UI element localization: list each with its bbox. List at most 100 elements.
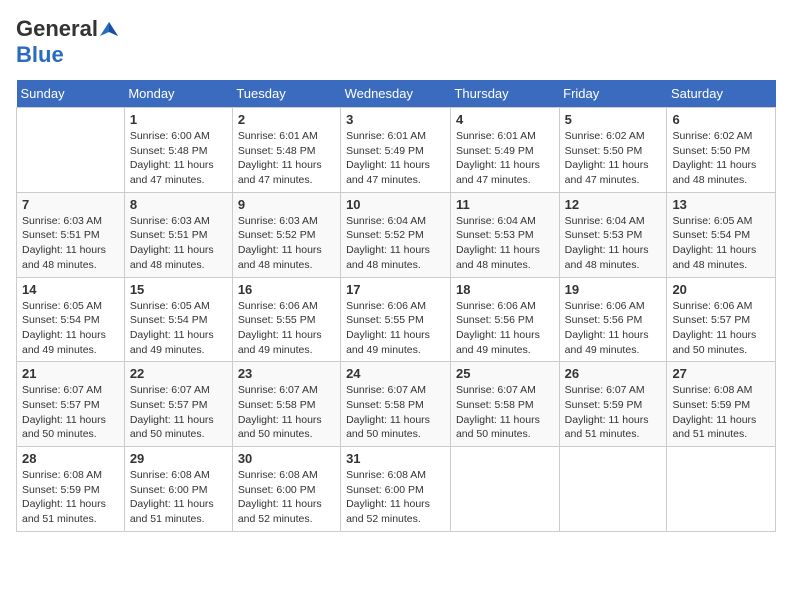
day-number: 17 bbox=[346, 282, 445, 297]
day-info: Sunrise: 6:05 AMSunset: 5:54 PMDaylight:… bbox=[130, 299, 227, 358]
week-row-1: 1 Sunrise: 6:00 AMSunset: 5:48 PMDaylight… bbox=[17, 108, 776, 193]
header-row: SundayMondayTuesdayWednesdayThursdayFrid… bbox=[17, 80, 776, 108]
day-cell: 17 Sunrise: 6:06 AMSunset: 5:55 PMDayligh… bbox=[341, 277, 451, 362]
day-number: 23 bbox=[238, 366, 335, 381]
calendar-body: 1 Sunrise: 6:00 AMSunset: 5:48 PMDaylight… bbox=[17, 108, 776, 532]
day-info: Sunrise: 6:08 AMSunset: 6:00 PMDaylight:… bbox=[130, 468, 227, 527]
day-number: 25 bbox=[456, 366, 554, 381]
day-cell: 26 Sunrise: 6:07 AMSunset: 5:59 PMDayligh… bbox=[559, 362, 667, 447]
day-cell: 7 Sunrise: 6:03 AMSunset: 5:51 PMDaylight… bbox=[17, 192, 125, 277]
day-info: Sunrise: 6:05 AMSunset: 5:54 PMDaylight:… bbox=[22, 299, 119, 358]
day-number: 18 bbox=[456, 282, 554, 297]
day-number: 22 bbox=[130, 366, 227, 381]
day-info: Sunrise: 6:06 AMSunset: 5:56 PMDaylight:… bbox=[456, 299, 554, 358]
logo-bird-icon bbox=[100, 22, 118, 36]
day-number: 24 bbox=[346, 366, 445, 381]
day-info: Sunrise: 6:07 AMSunset: 5:59 PMDaylight:… bbox=[565, 383, 662, 442]
day-cell: 13 Sunrise: 6:05 AMSunset: 5:54 PMDayligh… bbox=[667, 192, 776, 277]
day-info: Sunrise: 6:07 AMSunset: 5:58 PMDaylight:… bbox=[456, 383, 554, 442]
day-cell: 25 Sunrise: 6:07 AMSunset: 5:58 PMDayligh… bbox=[450, 362, 559, 447]
day-cell: 5Sunrise: 6:02 AMSunset: 5:50 PMDaylight… bbox=[559, 108, 667, 193]
day-info: Sunrise: 6:01 AMSunset: 5:49 PMDaylight:… bbox=[456, 129, 554, 188]
calendar-header: SundayMondayTuesdayWednesdayThursdayFrid… bbox=[17, 80, 776, 108]
day-info: Sunrise: 6:07 AMSunset: 5:58 PMDaylight:… bbox=[346, 383, 445, 442]
day-info: Sunrise: 6:08 AMSunset: 5:59 PMDaylight:… bbox=[22, 468, 119, 527]
day-number: 12 bbox=[565, 197, 662, 212]
day-cell: 23 Sunrise: 6:07 AMSunset: 5:58 PMDayligh… bbox=[232, 362, 340, 447]
day-number: 3 bbox=[346, 112, 445, 127]
day-info: Sunrise: 6:06 AMSunset: 5:55 PMDaylight:… bbox=[346, 299, 445, 358]
day-number: 13 bbox=[672, 197, 770, 212]
page-header: General Blue bbox=[16, 16, 776, 68]
day-number: 16 bbox=[238, 282, 335, 297]
day-info: Sunrise: 6:02 AMSunset: 5:50 PMDaylight:… bbox=[672, 129, 770, 188]
day-cell: 4 Sunrise: 6:01 AMSunset: 5:49 PMDaylight… bbox=[450, 108, 559, 193]
day-info: Sunrise: 6:08 AMSunset: 6:00 PMDaylight:… bbox=[238, 468, 335, 527]
day-cell: 6 Sunrise: 6:02 AMSunset: 5:50 PMDaylight… bbox=[667, 108, 776, 193]
week-row-2: 7 Sunrise: 6:03 AMSunset: 5:51 PMDaylight… bbox=[17, 192, 776, 277]
day-number: 29 bbox=[130, 451, 227, 466]
day-number: 6 bbox=[672, 112, 770, 127]
day-info: Sunrise: 6:06 AMSunset: 5:57 PMDaylight:… bbox=[672, 299, 770, 358]
day-number: 21 bbox=[22, 366, 119, 381]
day-cell bbox=[450, 447, 559, 532]
day-cell: 18 Sunrise: 6:06 AMSunset: 5:56 PMDayligh… bbox=[450, 277, 559, 362]
day-number: 4 bbox=[456, 112, 554, 127]
day-info: Sunrise: 6:06 AMSunset: 5:55 PMDaylight:… bbox=[238, 299, 335, 358]
day-cell: 24 Sunrise: 6:07 AMSunset: 5:58 PMDayligh… bbox=[341, 362, 451, 447]
day-number: 1 bbox=[130, 112, 227, 127]
day-info: Sunrise: 6:07 AMSunset: 5:58 PMDaylight:… bbox=[238, 383, 335, 442]
day-cell: 20 Sunrise: 6:06 AMSunset: 5:57 PMDayligh… bbox=[667, 277, 776, 362]
day-info: Sunrise: 6:08 AMSunset: 5:59 PMDaylight:… bbox=[672, 383, 770, 442]
day-number: 27 bbox=[672, 366, 770, 381]
day-cell: 31Sunrise: 6:08 AMSunset: 6:00 PMDayligh… bbox=[341, 447, 451, 532]
day-number: 20 bbox=[672, 282, 770, 297]
day-info: Sunrise: 6:03 AMSunset: 5:51 PMDaylight:… bbox=[130, 214, 227, 273]
day-info: Sunrise: 6:04 AMSunset: 5:53 PMDaylight:… bbox=[565, 214, 662, 273]
day-cell: 22 Sunrise: 6:07 AMSunset: 5:57 PMDayligh… bbox=[124, 362, 232, 447]
logo: General Blue bbox=[16, 16, 118, 68]
day-number: 10 bbox=[346, 197, 445, 212]
day-number: 30 bbox=[238, 451, 335, 466]
day-info: Sunrise: 6:03 AMSunset: 5:51 PMDaylight:… bbox=[22, 214, 119, 273]
day-number: 2 bbox=[238, 112, 335, 127]
day-info: Sunrise: 6:00 AMSunset: 5:48 PMDaylight:… bbox=[130, 129, 227, 188]
day-info: Sunrise: 6:07 AMSunset: 5:57 PMDaylight:… bbox=[22, 383, 119, 442]
header-cell-monday: Monday bbox=[124, 80, 232, 108]
day-cell: 15 Sunrise: 6:05 AMSunset: 5:54 PMDayligh… bbox=[124, 277, 232, 362]
day-number: 14 bbox=[22, 282, 119, 297]
day-number: 9 bbox=[238, 197, 335, 212]
day-number: 7 bbox=[22, 197, 119, 212]
day-cell: 2 Sunrise: 6:01 AMSunset: 5:48 PMDaylight… bbox=[232, 108, 340, 193]
day-info: Sunrise: 6:01 AMSunset: 5:48 PMDaylight:… bbox=[238, 129, 335, 188]
day-cell bbox=[17, 108, 125, 193]
header-cell-friday: Friday bbox=[559, 80, 667, 108]
week-row-5: 28Sunrise: 6:08 AMSunset: 5:59 PMDayligh… bbox=[17, 447, 776, 532]
day-cell bbox=[559, 447, 667, 532]
day-info: Sunrise: 6:06 AMSunset: 5:56 PMDaylight:… bbox=[565, 299, 662, 358]
day-cell: 9Sunrise: 6:03 AMSunset: 5:52 PMDaylight… bbox=[232, 192, 340, 277]
day-number: 19 bbox=[565, 282, 662, 297]
day-cell: 21 Sunrise: 6:07 AMSunset: 5:57 PMDayligh… bbox=[17, 362, 125, 447]
day-cell: 27 Sunrise: 6:08 AMSunset: 5:59 PMDayligh… bbox=[667, 362, 776, 447]
day-number: 11 bbox=[456, 197, 554, 212]
week-row-4: 21 Sunrise: 6:07 AMSunset: 5:57 PMDayligh… bbox=[17, 362, 776, 447]
day-info: Sunrise: 6:04 AMSunset: 5:52 PMDaylight:… bbox=[346, 214, 445, 273]
day-number: 5 bbox=[565, 112, 662, 127]
header-cell-sunday: Sunday bbox=[17, 80, 125, 108]
day-cell: 30 Sunrise: 6:08 AMSunset: 6:00 PMDayligh… bbox=[232, 447, 340, 532]
header-cell-wednesday: Wednesday bbox=[341, 80, 451, 108]
day-info: Sunrise: 6:07 AMSunset: 5:57 PMDaylight:… bbox=[130, 383, 227, 442]
day-cell: 12 Sunrise: 6:04 AMSunset: 5:53 PMDayligh… bbox=[559, 192, 667, 277]
day-number: 26 bbox=[565, 366, 662, 381]
day-info: Sunrise: 6:05 AMSunset: 5:54 PMDaylight:… bbox=[672, 214, 770, 273]
day-number: 15 bbox=[130, 282, 227, 297]
day-cell: 3Sunrise: 6:01 AMSunset: 5:49 PMDaylight… bbox=[341, 108, 451, 193]
header-cell-saturday: Saturday bbox=[667, 80, 776, 108]
day-cell: 28Sunrise: 6:08 AMSunset: 5:59 PMDayligh… bbox=[17, 447, 125, 532]
day-cell: 19 Sunrise: 6:06 AMSunset: 5:56 PMDayligh… bbox=[559, 277, 667, 362]
calendar-table: SundayMondayTuesdayWednesdayThursdayFrid… bbox=[16, 80, 776, 532]
day-info: Sunrise: 6:08 AMSunset: 6:00 PMDaylight:… bbox=[346, 468, 445, 527]
day-cell: 10 Sunrise: 6:04 AMSunset: 5:52 PMDayligh… bbox=[341, 192, 451, 277]
day-cell: 8Sunrise: 6:03 AMSunset: 5:51 PMDaylight… bbox=[124, 192, 232, 277]
